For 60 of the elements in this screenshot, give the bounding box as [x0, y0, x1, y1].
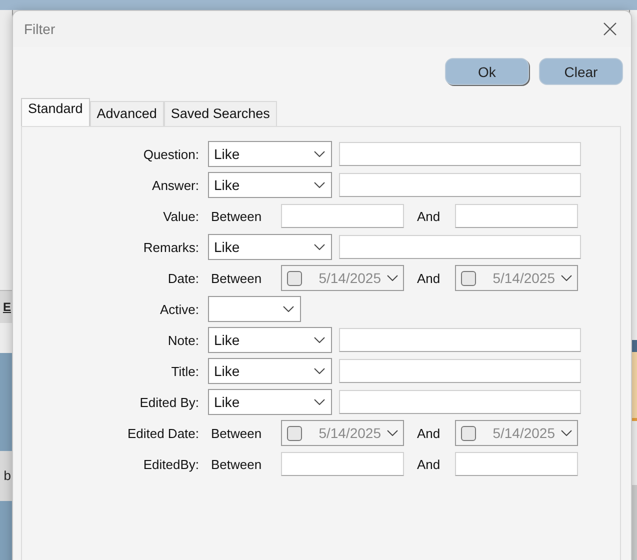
- operator-dropdown[interactable]: Like: [208, 172, 332, 198]
- dropdown[interactable]: [208, 296, 301, 322]
- chevron-icon: [314, 182, 325, 188]
- operator-text: Between: [210, 456, 263, 472]
- field-label: Title:: [170, 364, 199, 378]
- text-input[interactable]: [455, 452, 578, 476]
- dialog-button[interactable]: Clear: [539, 58, 623, 85]
- text-input[interactable]: [339, 359, 581, 383]
- text-input[interactable]: [455, 204, 578, 228]
- tab[interactable]: Standard: [21, 98, 90, 126]
- connector-text: And: [417, 208, 442, 224]
- background-text: b: [4, 468, 11, 484]
- field-label: Edited Date:: [126, 426, 199, 440]
- chevron-icon: [387, 430, 398, 436]
- field-label: Active:: [158, 302, 199, 316]
- text-input[interactable]: [339, 173, 581, 197]
- chevron-icon: [314, 399, 325, 405]
- operator-dropdown[interactable]: Like: [208, 358, 332, 384]
- field-label: Edited By:: [138, 394, 199, 410]
- chevron-icon: [314, 337, 325, 343]
- operator-text: Between: [210, 426, 263, 440]
- close-icon[interactable]: [603, 22, 617, 36]
- connector-text: And: [417, 426, 442, 440]
- connector-text: And: [417, 270, 442, 286]
- chevron-icon: [387, 275, 398, 281]
- connector-text: And: [417, 456, 442, 472]
- operator-dropdown[interactable]: Like: [208, 141, 332, 167]
- checkbox[interactable]: [461, 270, 476, 286]
- window-title: Filter: [24, 21, 56, 37]
- tab[interactable]: Saved Searches: [164, 101, 277, 126]
- tab[interactable]: Advanced: [90, 101, 164, 126]
- operator-dropdown[interactable]: Like: [208, 327, 332, 353]
- dialog-button[interactable]: Ok: [445, 58, 529, 85]
- field-label: EditedBy:: [142, 456, 199, 472]
- operator-dropdown[interactable]: Like: [208, 389, 332, 415]
- checkbox[interactable]: [461, 426, 476, 440]
- operator-dropdown[interactable]: Like: [208, 234, 332, 260]
- checkbox[interactable]: [287, 270, 302, 286]
- chevron-icon: [314, 244, 325, 250]
- background-text: E: [2, 299, 11, 315]
- text-input[interactable]: [281, 204, 404, 228]
- chevron-icon: [561, 430, 572, 436]
- text-input[interactable]: [339, 235, 581, 259]
- operator-text: Between: [210, 270, 263, 286]
- field-label: Answer:: [151, 178, 199, 192]
- field-label: Question:: [142, 146, 199, 162]
- field-label: Date:: [166, 270, 199, 286]
- field-label: Remarks:: [142, 240, 199, 254]
- checkbox[interactable]: [287, 426, 302, 440]
- field-label: Note:: [166, 332, 199, 348]
- text-input[interactable]: [339, 142, 581, 166]
- chevron-icon: [314, 151, 325, 157]
- chevron-icon: [283, 306, 294, 312]
- text-input[interactable]: [339, 390, 581, 414]
- text-input[interactable]: [339, 328, 581, 352]
- chevron-icon: [561, 275, 572, 281]
- chevron-icon: [314, 368, 325, 374]
- text-input[interactable]: [281, 452, 404, 476]
- operator-text: Between: [210, 208, 263, 224]
- field-label: Value:: [162, 208, 199, 224]
